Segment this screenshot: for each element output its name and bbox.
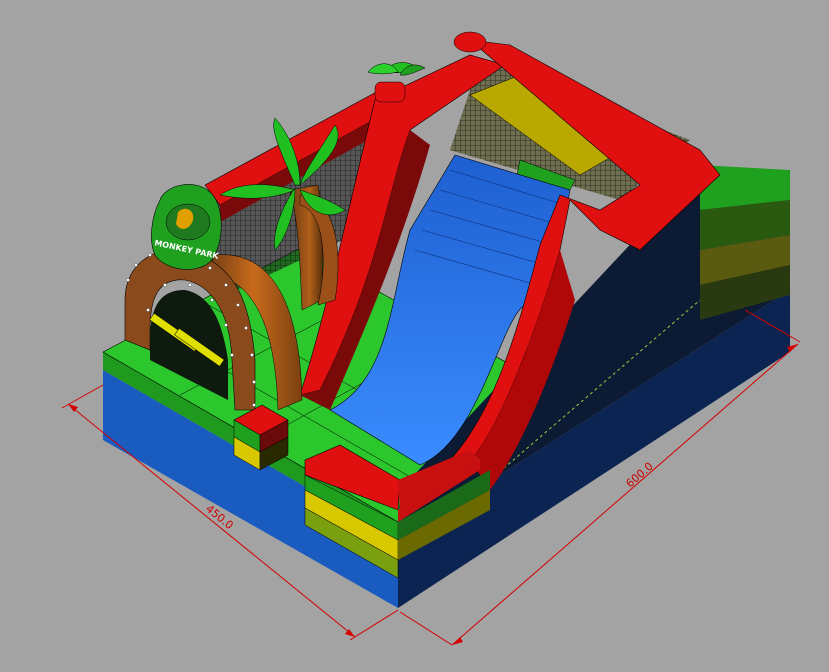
3d-model-viewport[interactable]: MONKEY PARK 450.0 600.0 bbox=[0, 0, 829, 672]
length-dimension-label: 600.0 bbox=[623, 460, 655, 490]
monkey-park-sign: MONKEY PARK bbox=[151, 184, 222, 270]
palm-leaves-back bbox=[367, 62, 426, 76]
